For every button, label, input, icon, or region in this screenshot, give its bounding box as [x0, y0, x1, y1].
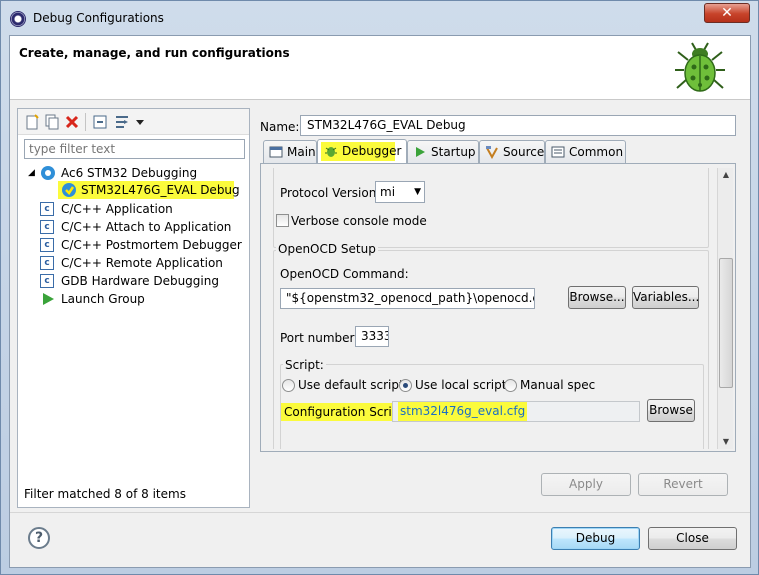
tab-debugger[interactable]: Debugger: [317, 139, 407, 164]
scroll-up-icon[interactable]: ▲: [720, 170, 732, 180]
common-tab-icon: [551, 146, 565, 158]
use-local-script-label: Use local script: [415, 378, 507, 392]
c-icon: c: [40, 274, 54, 288]
collapse-all-icon[interactable]: [92, 114, 108, 130]
tree-item-label: C/C++ Postmortem Debugger: [61, 238, 242, 252]
openocd-setup-title: OpenOCD Setup: [276, 242, 378, 256]
use-default-script-radio[interactable]: [282, 379, 295, 392]
duplicate-icon[interactable]: [44, 114, 60, 130]
c-icon: c: [40, 256, 54, 270]
title-bar: Debug Configurations ✕: [1, 1, 758, 35]
protocol-version-value: mi: [380, 185, 396, 199]
debugger-tab-content: Protocol Version: mi ▼ Verbose console m…: [260, 163, 736, 452]
filter-status: Filter matched 8 of 8 items: [24, 487, 186, 501]
tab-main[interactable]: Main: [263, 140, 317, 163]
script-group-title: Script:: [283, 358, 326, 372]
window-title: Debug Configurations: [33, 11, 164, 25]
help-icon[interactable]: ?: [28, 527, 50, 549]
tab-label: Source: [503, 145, 545, 159]
configuration-script-value: stm32l476g_eval.cfg: [398, 402, 528, 421]
new-configuration-icon[interactable]: [24, 114, 40, 130]
tree-item-label: C/C++ Attach to Application: [61, 220, 232, 234]
toolbar-separator: [85, 113, 86, 131]
tab-label: Debugger: [342, 144, 402, 158]
tree-toolbar: [18, 109, 249, 135]
startup-tab-icon: [416, 147, 425, 157]
verbose-console-checkbox[interactable]: [276, 214, 289, 227]
c-icon: c: [40, 220, 54, 234]
name-label: Name:: [260, 120, 300, 134]
debugger-scroll-area: Protocol Version: mi ▼ Verbose console m…: [269, 168, 713, 449]
tab-label: Main: [287, 145, 316, 159]
openocd-command-label: OpenOCD Command:: [280, 267, 409, 281]
protocol-version-label: Protocol Version:: [280, 186, 381, 200]
variables-button[interactable]: Variables...: [632, 286, 699, 309]
source-tab-icon: [486, 146, 498, 159]
use-default-script-label: Use default script: [298, 378, 404, 392]
debug-configurations-window: Debug Configurations ✕ Create, manage, a…: [0, 0, 759, 575]
filter-input[interactable]: [24, 139, 245, 159]
filter-icon[interactable]: [114, 114, 130, 130]
port-number-label: Port number:: [280, 331, 359, 345]
dialog-header: Create, manage, and run configurations: [10, 36, 750, 100]
main-tab-icon: [269, 146, 283, 158]
debug-bug-icon: [675, 42, 725, 92]
tab-startup[interactable]: Startup: [407, 140, 479, 163]
browse-command-button[interactable]: Browse...: [568, 286, 626, 309]
tree-item-label: Launch Group: [61, 292, 145, 306]
gdb-group: [273, 168, 709, 248]
debug-config-icon: [62, 183, 76, 197]
tree-item-label: C/C++ Application: [61, 202, 173, 216]
ac6-debug-icon: [41, 166, 55, 180]
scroll-down-icon[interactable]: ▼: [720, 437, 732, 447]
tree-item-label: Ac6 STM32 Debugging: [61, 166, 198, 180]
scrollbar-thumb[interactable]: [719, 258, 733, 388]
tab-source[interactable]: Source: [479, 140, 545, 163]
tab-common[interactable]: Common: [545, 140, 626, 163]
c-icon: c: [40, 202, 54, 216]
tree-item-label: STM32L476G_EVAL Debug: [81, 183, 240, 197]
tab-label: Startup: [431, 145, 476, 159]
dropdown-arrow-icon[interactable]: [132, 114, 148, 130]
c-icon: c: [40, 238, 54, 252]
launch-group-icon: [43, 293, 54, 305]
eclipse-icon: [10, 11, 26, 27]
tree-item-stm32l476g-eval-debug[interactable]: STM32L476G_EVAL Debug: [58, 181, 240, 199]
vertical-scrollbar[interactable]: ▲ ▼: [717, 168, 733, 449]
expanded-triangle-icon[interactable]: ◢: [28, 164, 35, 182]
verbose-console-label: Verbose console mode: [291, 214, 427, 228]
tree-item-label: GDB Hardware Debugging: [61, 274, 219, 288]
revert-button[interactable]: Revert: [638, 473, 728, 496]
configuration-tabs: Main Debugger Startup Source Common Prot…: [260, 139, 736, 452]
configuration-script-field[interactable]: stm32l476g_eval.cfg: [392, 401, 640, 422]
tab-label: Common: [569, 145, 624, 159]
debug-button[interactable]: Debug: [551, 527, 640, 550]
dialog-client-area: Create, manage, and run configurations t…: [9, 35, 751, 568]
tree-item-label: C/C++ Remote Application: [61, 256, 223, 270]
openocd-command-field[interactable]: "${openstm32_openocd_path}\openocd.exe": [280, 288, 535, 309]
dialog-header-title: Create, manage, and run configurations: [19, 46, 290, 60]
manual-spec-radio[interactable]: [504, 379, 517, 392]
apply-button[interactable]: Apply: [541, 473, 631, 496]
configuration-tree-panel: ◢ Ac6 STM32 Debugging STM32L476G_EVAL De…: [17, 108, 250, 508]
configuration-name-field[interactable]: STM32L476G_EVAL Debug: [300, 115, 736, 136]
chevron-down-icon: ▼: [414, 187, 421, 197]
delete-icon[interactable]: [64, 114, 80, 130]
debugger-tab-icon: [325, 147, 337, 157]
footer-separator: [10, 512, 750, 513]
close-button[interactable]: Close: [648, 527, 737, 550]
protocol-version-select[interactable]: mi ▼: [375, 181, 425, 203]
browse-script-button[interactable]: Browse: [647, 399, 695, 422]
use-local-script-radio[interactable]: [399, 379, 412, 392]
port-number-field[interactable]: 3333: [355, 326, 389, 347]
manual-spec-label: Manual spec: [520, 378, 596, 392]
window-close-button[interactable]: ✕: [704, 3, 750, 23]
